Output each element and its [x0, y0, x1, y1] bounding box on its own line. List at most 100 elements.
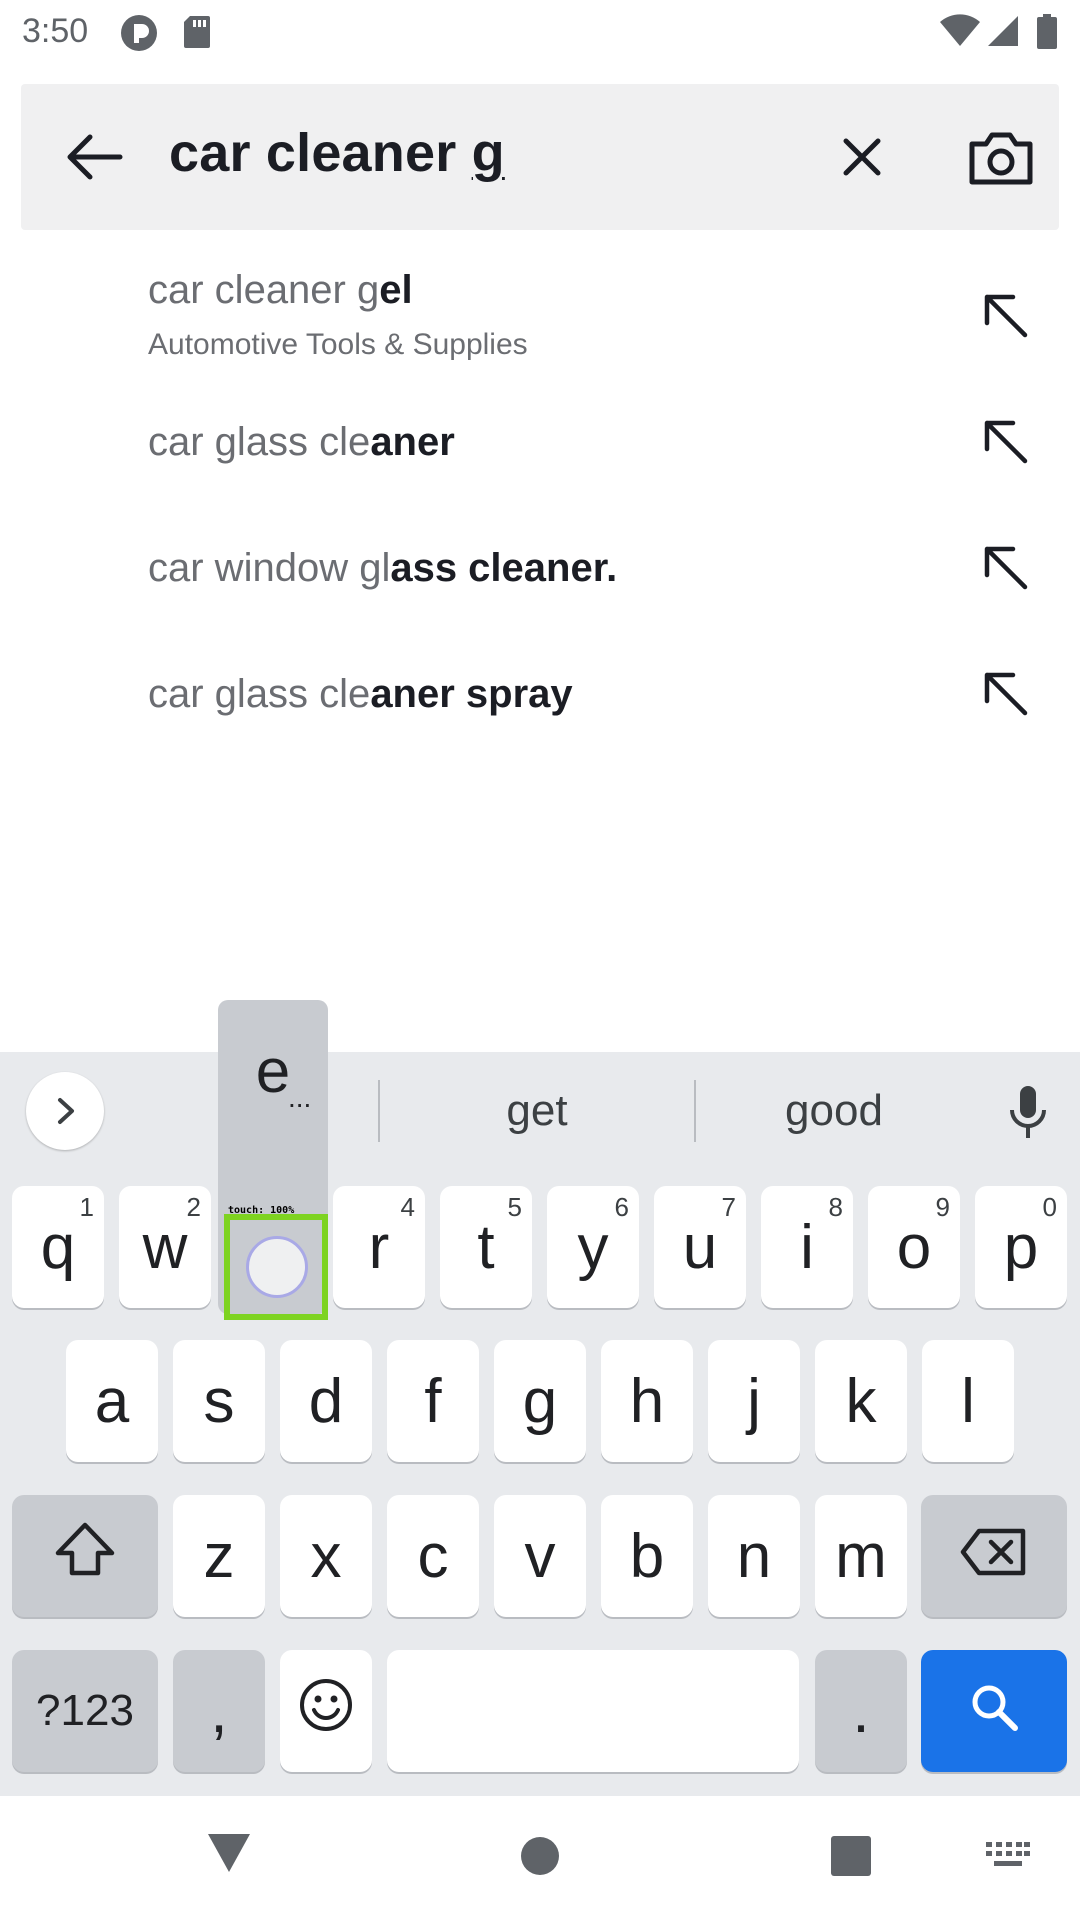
strip-divider: [694, 1080, 696, 1142]
suggestion-text: car window glass cleaner.: [148, 546, 617, 591]
key-hint: 2: [186, 1192, 201, 1222]
emoji-key[interactable]: [280, 1650, 372, 1772]
key-hint: 5: [507, 1192, 522, 1222]
search-query-composing: g: [471, 123, 505, 183]
key-j[interactable]: j: [708, 1340, 800, 1462]
key-label: i: [800, 1212, 814, 1282]
key-i[interactable]: i8: [761, 1186, 853, 1308]
suggestion-text: car glass cleaner: [148, 420, 455, 465]
symbols-key[interactable]: ?123: [12, 1650, 158, 1772]
key-n[interactable]: n: [708, 1495, 800, 1617]
app-circle-icon: [120, 14, 158, 57]
sd-card-icon: [182, 14, 212, 55]
signal-icon: [986, 14, 1020, 53]
key-w[interactable]: w2: [119, 1186, 211, 1308]
key-a[interactable]: a: [66, 1340, 158, 1462]
key-hint: 0: [1042, 1192, 1057, 1222]
battery-icon: [1036, 14, 1058, 55]
key-c[interactable]: c: [387, 1495, 479, 1617]
suggestion-item[interactable]: car window glass cleaner.: [0, 510, 1080, 630]
fill-query-arrow-icon[interactable]: [972, 408, 1038, 474]
key-label: t: [477, 1212, 495, 1282]
chevron-right-icon[interactable]: [26, 1072, 104, 1150]
key-b[interactable]: b: [601, 1495, 693, 1617]
backspace-key[interactable]: [921, 1495, 1067, 1617]
key-hint: 6: [614, 1192, 629, 1222]
search-key[interactable]: [921, 1650, 1067, 1772]
suggestion-item[interactable]: car cleaner gel Automotive Tools & Suppl…: [0, 262, 1080, 382]
key-label: o: [896, 1212, 932, 1282]
popup-letter: e: [255, 1037, 291, 1106]
suggestion-prefix: car window gl: [148, 546, 391, 590]
key-z[interactable]: z: [173, 1495, 265, 1617]
home-circle-icon[interactable]: [520, 1836, 560, 1876]
strip-word-good[interactable]: good: [734, 1086, 934, 1136]
key-s[interactable]: s: [173, 1340, 265, 1462]
close-icon[interactable]: [829, 124, 895, 190]
key-hint: 1: [79, 1192, 94, 1222]
key-r[interactable]: r4: [333, 1186, 425, 1308]
comma-key[interactable]: ,: [173, 1650, 265, 1772]
key-label: w: [142, 1212, 188, 1282]
suggestion-category: Automotive Tools & Supplies: [148, 328, 528, 361]
mic-icon[interactable]: [1000, 1082, 1056, 1142]
suggestion-text: car cleaner gel: [148, 268, 413, 313]
shift-icon: [54, 1521, 116, 1592]
key-f[interactable]: f: [387, 1340, 479, 1462]
search-bar: car cleaner g: [21, 84, 1059, 230]
system-nav-bar: [0, 1796, 1080, 1920]
status-time: 3:50: [22, 12, 89, 50]
key-label: u: [682, 1212, 718, 1282]
key-hint: 8: [828, 1192, 843, 1222]
strip-divider: [378, 1080, 380, 1142]
back-triangle-icon[interactable]: [206, 1832, 252, 1874]
suggestion-text: car glass cleaner spray: [148, 672, 573, 717]
key-p[interactable]: p0: [975, 1186, 1067, 1308]
key-label: p: [1003, 1212, 1039, 1282]
suggestion-item[interactable]: car glass cleaner spray: [0, 636, 1080, 756]
key-label: q: [40, 1212, 76, 1282]
suggestion-item[interactable]: car glass cleaner: [0, 384, 1080, 504]
key-hint: 4: [400, 1192, 415, 1222]
keyboard-switch-icon[interactable]: [986, 1842, 1030, 1872]
fill-query-arrow-icon[interactable]: [972, 282, 1038, 348]
emoji-icon: [299, 1676, 353, 1747]
touch-point: [246, 1236, 308, 1298]
key-y[interactable]: y6: [547, 1186, 639, 1308]
app-screen: 3:50 car cleaner g car cleaner gel Autom…: [0, 0, 1080, 1920]
popup-more-indicator: ...: [288, 1082, 312, 1113]
strip-word-get[interactable]: get: [437, 1086, 637, 1136]
key-h[interactable]: h: [601, 1340, 693, 1462]
recents-square-icon[interactable]: [831, 1836, 871, 1876]
suggestion-completion: aner spray: [370, 672, 573, 716]
key-label: y: [577, 1212, 609, 1282]
key-k[interactable]: k: [815, 1340, 907, 1462]
key-v[interactable]: v: [494, 1495, 586, 1617]
suggestion-completion: aner: [370, 420, 455, 464]
key-o[interactable]: o9: [868, 1186, 960, 1308]
fill-query-arrow-icon[interactable]: [972, 660, 1038, 726]
key-x[interactable]: x: [280, 1495, 372, 1617]
key-m[interactable]: m: [815, 1495, 907, 1617]
keyboard-suggestion-strip: get good: [0, 1052, 1080, 1172]
camera-icon[interactable]: [961, 118, 1041, 198]
suggestion-prefix: car glass cle: [148, 672, 371, 716]
key-d[interactable]: d: [280, 1340, 372, 1462]
suggestion-completion: el: [379, 268, 413, 312]
key-t[interactable]: t5: [440, 1186, 532, 1308]
period-key[interactable]: .: [815, 1650, 907, 1772]
search-query-prefix: car cleaner: [169, 123, 472, 183]
space-key[interactable]: [387, 1650, 799, 1772]
fill-query-arrow-icon[interactable]: [972, 534, 1038, 600]
back-arrow-icon[interactable]: [61, 124, 127, 190]
suggestion-prefix: car cleaner g: [148, 268, 380, 312]
key-u[interactable]: u7: [654, 1186, 746, 1308]
key-q[interactable]: q1: [12, 1186, 104, 1308]
key-l[interactable]: l: [922, 1340, 1014, 1462]
suggestion-completion: ass cleaner.: [390, 546, 618, 590]
search-input[interactable]: car cleaner g: [169, 122, 505, 184]
key-g[interactable]: g: [494, 1340, 586, 1462]
key-hint: 7: [721, 1192, 736, 1222]
shift-key[interactable]: [12, 1495, 158, 1617]
backspace-icon: [959, 1521, 1029, 1592]
